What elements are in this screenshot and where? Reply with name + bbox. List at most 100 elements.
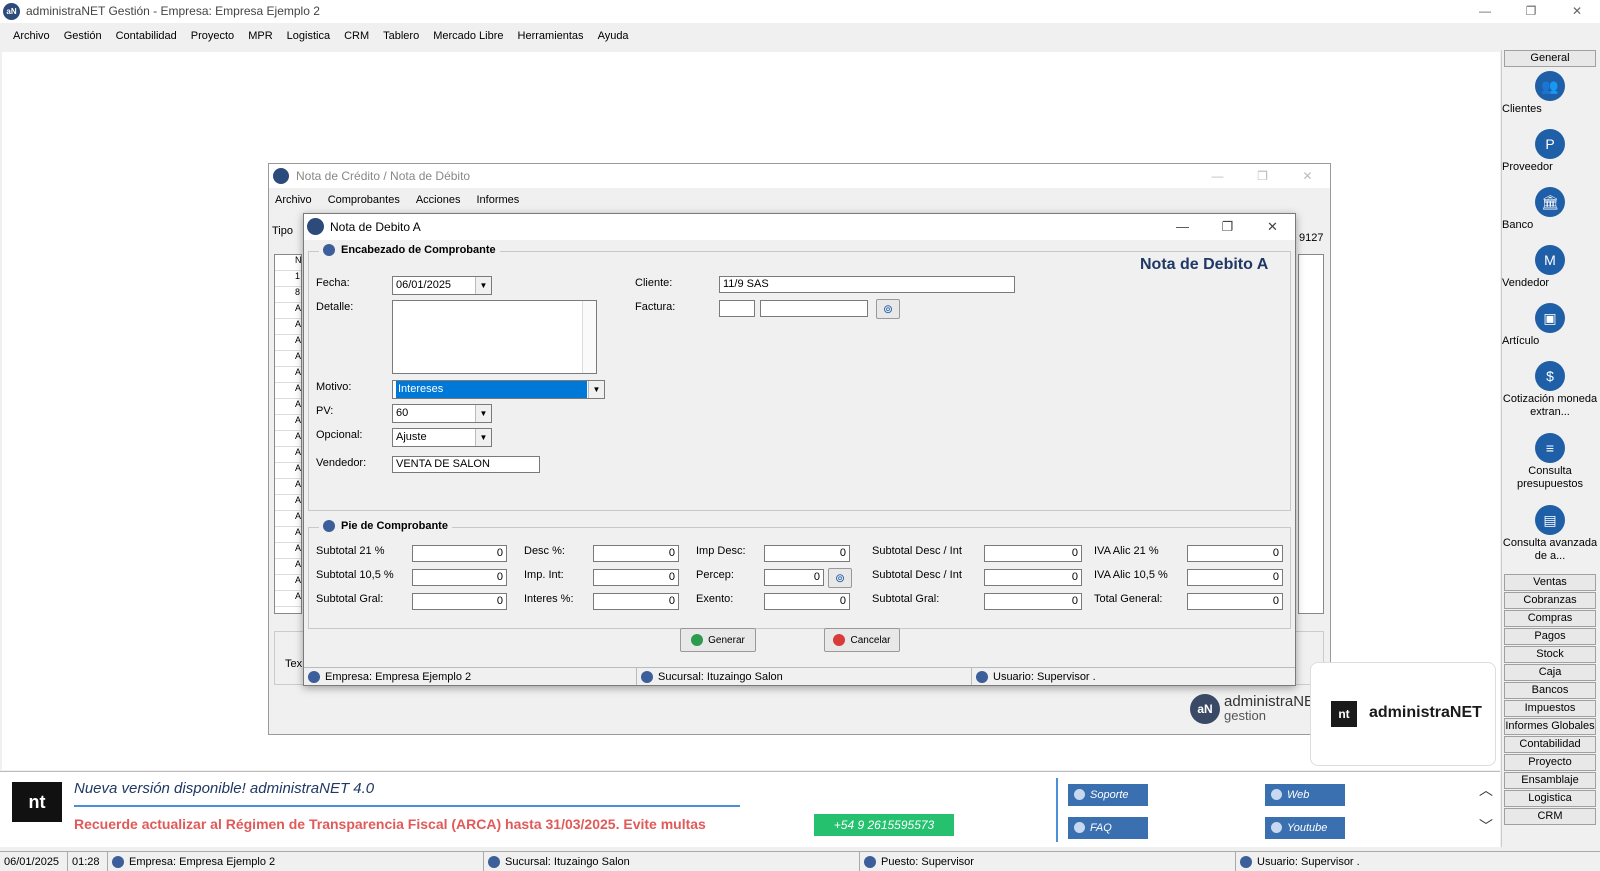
menu-logistica[interactable]: Logistica [287, 26, 330, 46]
chevron-up-icon[interactable]: ︿ [1476, 780, 1496, 800]
sidebar-btn-proyecto[interactable]: Proyecto [1504, 754, 1596, 771]
table-row[interactable]: A [275, 479, 301, 495]
chevron-down-icon[interactable]: ﹀ [1476, 816, 1496, 836]
sidebar-item-cotizacion[interactable]: $ Cotización moneda extran... [1502, 357, 1598, 429]
table-row[interactable]: A [275, 495, 301, 511]
sidebar-item-proveedor[interactable]: P Proveedor [1502, 125, 1598, 183]
sidebar-btn-cobranzas[interactable]: Cobranzas [1504, 592, 1596, 609]
sidebar-btn-logistica[interactable]: Logistica [1504, 790, 1596, 807]
table-row[interactable]: A [275, 415, 301, 431]
table-row[interactable]: A [275, 527, 301, 543]
detalle-textarea[interactable] [392, 300, 597, 374]
table-row[interactable]: N [275, 255, 302, 271]
menu-archivo[interactable]: Archivo [13, 26, 50, 46]
imp-desc-input[interactable]: 0 [764, 545, 850, 562]
minimize-button[interactable]: — [1462, 0, 1508, 23]
table-row[interactable]: A [275, 575, 301, 591]
desc-input[interactable]: 0 [593, 545, 679, 562]
table-row[interactable]: A [275, 319, 301, 335]
outer-minimize-button[interactable]: — [1195, 164, 1240, 188]
cancelar-button[interactable]: Cancelar [824, 628, 900, 652]
cliente-input[interactable]: 11/9 SAS [719, 276, 1015, 293]
table-row[interactable]: A [275, 511, 301, 527]
table-row[interactable]: A [275, 367, 301, 383]
total-general-input[interactable]: 0 [1187, 593, 1283, 610]
factura-pv-input[interactable] [719, 300, 755, 317]
sidebar-item-banco[interactable]: 🏛 Banco [1502, 183, 1598, 241]
table-row[interactable]: A [275, 559, 301, 575]
subtotal105-input[interactable]: 0 [412, 569, 507, 586]
table-row[interactable]: A [275, 399, 301, 415]
table-row[interactable]: A [275, 543, 301, 559]
table-row[interactable]: A [275, 383, 301, 399]
subtotal-gral-2-input[interactable]: 0 [984, 593, 1082, 610]
menu-crm[interactable]: CRM [344, 26, 369, 46]
vendedor-input[interactable]: VENTA DE SALON [392, 456, 540, 473]
menu-tablero[interactable]: Tablero [383, 26, 419, 46]
subtotal-desc-int-1-input[interactable]: 0 [984, 545, 1082, 562]
sidebar-btn-contabilidad[interactable]: Contabilidad [1504, 736, 1596, 753]
soporte-button[interactable]: Soporte [1068, 784, 1148, 806]
subtotal21-input[interactable]: 0 [412, 545, 507, 562]
outer-menu-informes[interactable]: Informes [476, 194, 519, 206]
sidebar-btn-crm[interactable]: CRM [1504, 808, 1596, 825]
fecha-datepicker[interactable]: 06/01/2025 ▼ [392, 276, 492, 295]
subtotal-gral-input[interactable]: 0 [412, 593, 507, 610]
table-row[interactable]: A [275, 303, 301, 319]
generar-button[interactable]: Generar [680, 628, 756, 652]
sidebar-btn-informes-globales[interactable]: Informes Globales [1504, 718, 1596, 735]
close-button[interactable]: ✕ [1554, 0, 1600, 23]
sidebar-btn-impuestos[interactable]: Impuestos [1504, 700, 1596, 717]
chevron-down-icon[interactable]: ▼ [475, 277, 491, 294]
sidebar-item-clientes[interactable]: 👥 Clientes [1502, 67, 1598, 125]
outer-close-button[interactable]: ✕ [1285, 164, 1330, 188]
menu-gestion[interactable]: Gestión [64, 26, 102, 46]
sidebar-btn-ensamblaje[interactable]: Ensamblaje [1504, 772, 1596, 789]
menu-ayuda[interactable]: Ayuda [598, 26, 629, 46]
restore-button[interactable]: ❐ [1508, 0, 1554, 23]
exento-input[interactable]: 0 [764, 593, 850, 610]
table-row[interactable]: A [275, 447, 301, 463]
table-row[interactable]: A [275, 351, 301, 367]
imp-int-input[interactable]: 0 [593, 569, 679, 586]
opcional-select[interactable]: Ajuste ▼ [392, 428, 492, 447]
menu-mpr[interactable]: MPR [248, 26, 272, 46]
table-row[interactable]: 1 [275, 271, 301, 287]
sidebar-header-general[interactable]: General [1504, 50, 1596, 67]
menu-mercado-libre[interactable]: Mercado Libre [433, 26, 503, 46]
sidebar-item-articulo[interactable]: ▣ Artículo [1502, 299, 1598, 357]
sidebar-btn-caja[interactable]: Caja [1504, 664, 1596, 681]
outer-menu-archivo[interactable]: Archivo [275, 194, 312, 206]
subtotal-desc-int-2-input[interactable]: 0 [984, 569, 1082, 586]
factura-number-input[interactable] [760, 300, 868, 317]
sidebar-item-consulta-presupuestos[interactable]: ≡ Consulta presupuestos [1502, 429, 1598, 501]
table-row[interactable]: A [275, 591, 301, 607]
percep-search-button[interactable]: ⊚ [828, 568, 852, 588]
sidebar-btn-pagos[interactable]: Pagos [1504, 628, 1596, 645]
chevron-down-icon[interactable]: ▼ [475, 429, 491, 446]
iva105-input[interactable]: 0 [1187, 569, 1283, 586]
table-row[interactable]: A [275, 463, 301, 479]
factura-search-button[interactable]: ⊚ [876, 299, 900, 319]
chevron-down-icon[interactable]: ▼ [475, 405, 491, 422]
sidebar-item-consulta-avanzada[interactable]: ▤ Consulta avanzada de a... [1502, 501, 1598, 573]
menu-proyecto[interactable]: Proyecto [191, 26, 234, 46]
youtube-button[interactable]: Youtube [1265, 817, 1345, 839]
textarea-scrollbar[interactable] [582, 301, 596, 373]
outer-maximize-button[interactable]: ❐ [1240, 164, 1285, 188]
percep-input[interactable]: 0 [764, 569, 824, 586]
inner-minimize-button[interactable]: — [1160, 214, 1205, 240]
interes-input[interactable]: 0 [593, 593, 679, 610]
motivo-select[interactable]: Intereses ▼ [392, 380, 605, 399]
inner-close-button[interactable]: ✕ [1250, 214, 1295, 240]
news-headline[interactable]: Nueva versión disponible! administraNET … [74, 780, 374, 797]
inner-maximize-button[interactable]: ❐ [1205, 214, 1250, 240]
sidebar-item-vendedor[interactable]: M Vendedor [1502, 241, 1598, 299]
pv-select[interactable]: 60 ▼ [392, 404, 492, 423]
menu-contabilidad[interactable]: Contabilidad [116, 26, 177, 46]
table-row[interactable]: A [275, 431, 301, 447]
news-scroll[interactable]: ︿ ﹀ [1476, 772, 1496, 848]
table-row[interactable]: A [275, 335, 301, 351]
chevron-down-icon[interactable]: ▼ [588, 381, 604, 398]
menu-herramientas[interactable]: Herramientas [518, 26, 584, 46]
